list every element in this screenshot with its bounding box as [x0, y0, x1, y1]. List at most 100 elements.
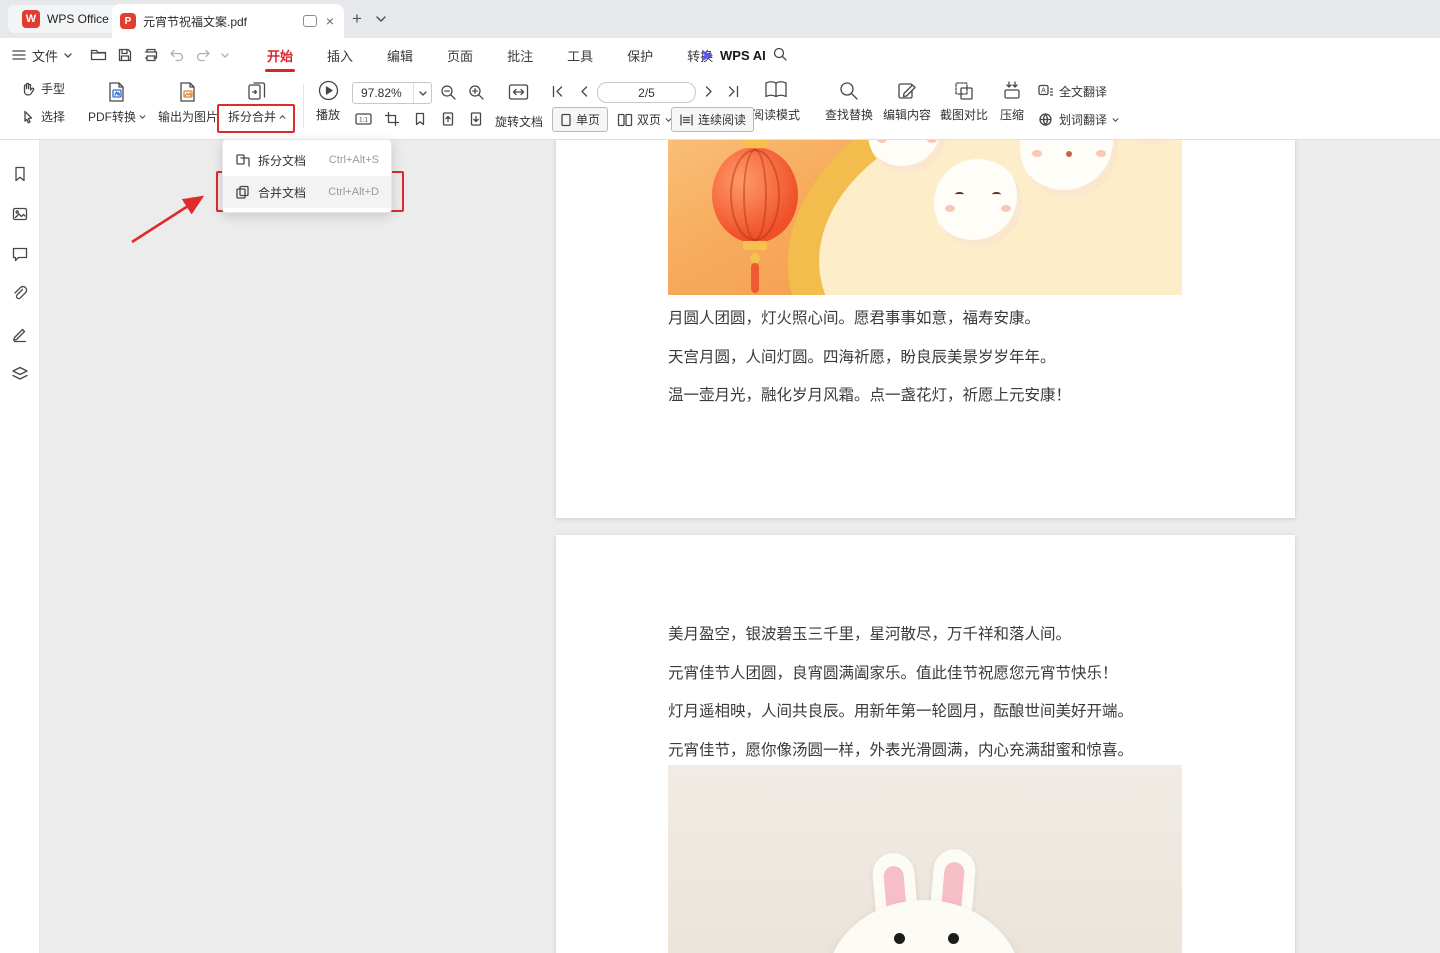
full-translate-button[interactable]: A 全文翻译	[1038, 83, 1107, 100]
file-menu-button[interactable]: 文件	[12, 38, 72, 72]
file-menu-label: 文件	[32, 46, 58, 65]
title-bar: W WPS Office P 元宵节祝福文案.pdf × +	[0, 0, 1440, 38]
document-tab[interactable]: P 元宵节祝福文案.pdf ×	[112, 4, 344, 38]
delete-page-button[interactable]	[468, 111, 484, 127]
single-page-toggle[interactable]: 单页	[552, 107, 608, 132]
split-merge-button[interactable]: 拆分合并	[222, 80, 292, 125]
page-insert-icon	[440, 111, 456, 127]
fit-page-button[interactable]	[507, 81, 530, 103]
tab-insert[interactable]: 插入	[310, 38, 370, 72]
redo-icon[interactable]	[195, 48, 211, 62]
paragraph: 美月盈空，银波碧玉三千里，星河散尽，万千祥和落人间。	[668, 616, 1200, 655]
open-book-icon	[763, 78, 789, 102]
bookmarks-panel-button[interactable]	[10, 164, 30, 184]
page-number-input[interactable]: 2/5	[597, 82, 696, 103]
double-page-toggle[interactable]: 双页	[610, 107, 679, 132]
pen-icon	[11, 325, 29, 343]
tab-list-caret-icon[interactable]	[376, 16, 386, 22]
insert-page-button[interactable]	[440, 111, 456, 127]
chevron-down-icon	[64, 53, 72, 58]
find-replace-button[interactable]: 查找替换	[818, 80, 880, 123]
page2-text-block: 美月盈空，银波碧玉三千里，星河散尽，万千祥和落人间。 元宵佳节人团圆，良宵圆满阖…	[668, 616, 1200, 770]
word-translate-button[interactable]: 划词翻译	[1038, 111, 1119, 128]
document-tab-title: 元宵节祝福文案.pdf	[143, 13, 296, 30]
menu-item-split-document[interactable]: 拆分文档 Ctrl+Alt+S	[223, 144, 391, 176]
last-page-button[interactable]	[726, 84, 741, 99]
rotate-document-button[interactable]: 旋转文档	[495, 113, 543, 130]
export-image-button[interactable]: 输出为图片	[152, 80, 224, 125]
wps-ai-button[interactable]: WPS AI	[700, 38, 766, 72]
compress-button[interactable]: 压缩	[993, 80, 1031, 123]
flag-icon	[412, 111, 428, 127]
split-document-icon	[235, 153, 250, 168]
tab-page[interactable]: 页面	[430, 38, 490, 72]
double-page-label: 双页	[637, 111, 661, 128]
continuous-reading-toggle[interactable]: 连续阅读	[671, 107, 754, 132]
open-file-icon[interactable]	[90, 47, 107, 63]
paragraph: 元宵佳节人团圆，良宵圆满阖家乐。值此佳节祝愿您元宵节快乐！	[668, 655, 1200, 694]
edit-pen-icon	[896, 80, 918, 102]
first-page-button[interactable]	[550, 84, 565, 99]
more-commands-caret-icon[interactable]	[221, 53, 229, 58]
app-home-tab[interactable]: W WPS Office	[8, 5, 123, 33]
zoom-out-button[interactable]	[440, 84, 457, 101]
split-merge-dropdown: 拆分文档 Ctrl+Alt+S 合并文档 Ctrl+Alt+D	[222, 139, 392, 213]
menu-item-merge-document[interactable]: 合并文档 Ctrl+Alt+D	[223, 176, 391, 208]
signature-panel-button[interactable]	[10, 324, 30, 344]
pdf-file-icon: P	[120, 13, 136, 29]
zoom-value: 97.82%	[353, 86, 413, 100]
comment-icon	[11, 245, 29, 263]
app-name: WPS Office	[47, 12, 109, 26]
menu-item-label: 合并文档	[258, 184, 306, 201]
chevron-down-icon	[1112, 118, 1119, 122]
search-icon[interactable]	[772, 46, 788, 62]
print-icon[interactable]	[143, 47, 159, 63]
menu-item-shortcut: Ctrl+Alt+D	[328, 186, 379, 198]
zoom-in-button[interactable]	[468, 84, 485, 101]
tab-comment[interactable]: 批注	[490, 38, 550, 72]
chevron-left-icon	[578, 84, 590, 99]
chevron-down-icon	[419, 91, 427, 96]
document-canvas[interactable]: 月圆人团圆，灯火照心间。愿君事事如意，福寿安康。 天宫月圆，人间灯圆。四海祈愿，…	[40, 140, 1440, 953]
next-page-button[interactable]	[703, 84, 715, 99]
chevron-up-icon	[279, 115, 286, 119]
tangyuan-character	[934, 159, 1022, 247]
reading-mode-button[interactable]: 阅读模式	[750, 78, 802, 123]
zoom-combobox[interactable]: 97.82%	[352, 82, 432, 104]
attachments-panel-button[interactable]	[10, 284, 30, 304]
tab-preview-icon[interactable]	[303, 15, 317, 27]
chevron-right-icon	[703, 84, 715, 99]
menu-item-shortcut: Ctrl+Alt+S	[329, 154, 379, 166]
tab-tools[interactable]: 工具	[550, 38, 610, 72]
find-replace-icon	[838, 80, 860, 102]
save-icon[interactable]	[117, 47, 133, 63]
compress-icon	[1001, 80, 1023, 102]
tab-edit[interactable]: 编辑	[370, 38, 430, 72]
paragraph: 温一壶月光，融化岁月风霜。点一盏花灯，祈愿上元安康！	[668, 377, 1200, 416]
tab-home[interactable]: 开始	[250, 38, 310, 72]
undo-icon[interactable]	[169, 48, 185, 62]
select-tool-button[interactable]: 选择	[20, 108, 65, 125]
bookmark-page-button[interactable]	[412, 111, 428, 127]
tab-protect[interactable]: 保护	[610, 38, 670, 72]
actual-size-button[interactable]: 1:1	[355, 111, 372, 127]
new-tab-button[interactable]: +	[352, 9, 362, 29]
thumbnails-panel-button[interactable]	[10, 204, 30, 224]
tab-close-icon[interactable]: ×	[324, 13, 336, 29]
white-rabbit-photo	[668, 765, 1182, 953]
comments-panel-button[interactable]	[10, 244, 30, 264]
play-button[interactable]: 播放	[308, 79, 348, 123]
pdf-convert-button[interactable]: PDF转换	[84, 80, 150, 125]
single-page-icon	[560, 113, 572, 127]
page1-text-block: 月圆人团圆，灯火照心间。愿君事事如意，福寿安康。 天宫月圆，人间灯圆。四海祈愿，…	[668, 300, 1200, 416]
crop-page-button[interactable]	[384, 111, 400, 127]
find-replace-label: 查找替换	[825, 106, 873, 123]
edit-content-button[interactable]: 编辑内容	[876, 80, 938, 123]
svg-text:1:1: 1:1	[359, 117, 368, 124]
previous-page-button[interactable]	[578, 84, 590, 99]
layers-panel-button[interactable]	[10, 364, 30, 384]
hand-tool-button[interactable]: 手型	[20, 80, 65, 97]
screenshot-compare-button[interactable]: 截图对比	[933, 80, 995, 123]
reading-mode-label: 阅读模式	[752, 106, 800, 123]
rotate-document-label: 旋转文档	[495, 113, 543, 130]
